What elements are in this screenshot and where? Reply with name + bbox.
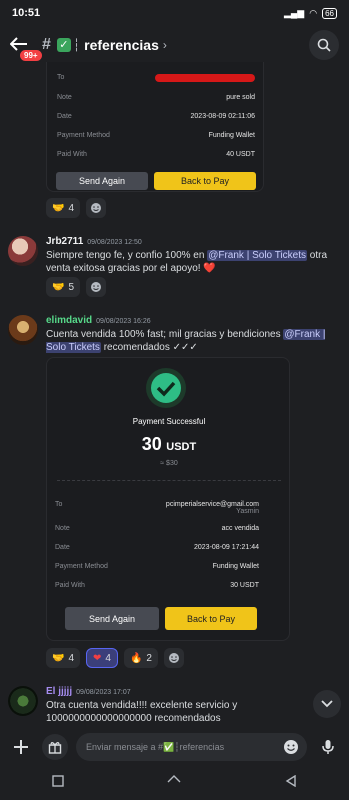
heart-icon: ❤: [93, 652, 102, 664]
status-bar: 10:51 ▂▄▆ ◠ 66: [0, 0, 349, 26]
reaction-handshake[interactable]: 🤝 4: [46, 648, 81, 668]
jump-to-latest-button[interactable]: [313, 690, 341, 718]
triangle-back-icon: [285, 774, 296, 788]
message-author[interactable]: Jrb2711 09/08/2023 12:50: [46, 236, 142, 247]
receipt-row: Date 2023-08-09 17:21:44: [55, 544, 259, 551]
message-author[interactable]: elimdavid 09/08/2023 16:26: [46, 315, 151, 326]
separator-icon: ┆: [72, 38, 81, 52]
handshake-icon: 🤝: [52, 281, 65, 293]
success-check-icon: [146, 368, 186, 408]
reaction-handshake[interactable]: 🤝 4: [46, 198, 81, 218]
gift-button[interactable]: [42, 734, 68, 760]
message-composer: Enviar mensaje a #✅┆referencias: [0, 733, 349, 761]
message[interactable]: Jrb2711 09/08/2023 12:50 Siempre tengo fe…: [8, 236, 343, 276]
battery-icon: 66: [322, 7, 337, 19]
emoji-button[interactable]: [283, 739, 299, 757]
reaction-heart[interactable]: ❤ 4: [86, 648, 118, 668]
payment-status: Payment Successful: [132, 417, 206, 426]
message-timestamp: 09/08/2023 16:26: [96, 318, 151, 325]
home-button[interactable]: [167, 774, 181, 792]
avatar[interactable]: [8, 236, 38, 266]
chevron-down-icon: [321, 700, 333, 708]
payment-receipt-image[interactable]: Payment Successful 30 USDT ≈ $30 To pcim…: [46, 357, 290, 641]
clock: 10:51: [12, 7, 41, 19]
check-emoji-icon: ✓: [56, 38, 71, 52]
unread-badge: 99+: [18, 47, 44, 63]
back-to-pay-button: Back to Pay: [165, 607, 257, 630]
payment-receipt-image[interactable]: To Note pure sold Date 2023-08-09 02:11:06…: [46, 62, 264, 192]
user-mention[interactable]: @Frank | Solo Tickets: [207, 250, 307, 261]
message[interactable]: elimdavid 09/08/2023 16:26 Cuenta vendida…: [8, 315, 343, 355]
message-text: Siempre tengo fe, y confio 100% en @Fran…: [46, 250, 328, 274]
receipt-row: To: [57, 74, 255, 82]
back-button[interactable]: 99+: [9, 34, 44, 63]
chevron-right-icon: ›: [162, 38, 167, 52]
reactions-bar: 🤝 4: [46, 198, 107, 218]
home-icon: [167, 775, 181, 783]
channel-title[interactable]: referencias: [84, 37, 159, 53]
send-again-button: Send Again: [65, 607, 159, 630]
receipt-rows: To pcimperialservice@gmail.com Yasmin Not…: [55, 501, 259, 601]
channel-header: 99+ # ✓ ┆ referencias ›: [0, 28, 349, 63]
status-icons: ▂▄▆ ◠ 66: [284, 7, 337, 19]
receipt-row: Date 2023-08-09 02:11:06: [57, 113, 255, 120]
message-text: Otra cuenta vendida!!!! excelente servic…: [46, 700, 238, 724]
smiley-icon: [284, 740, 298, 754]
handshake-icon: 🤝: [52, 202, 65, 214]
send-again-button: Send Again: [56, 172, 148, 190]
reactions-bar: 🤝 4 ❤ 4 🔥 2: [46, 648, 184, 668]
fire-icon: 🔥: [129, 652, 143, 664]
signal-icon: ▂▄▆: [284, 7, 305, 18]
attach-button[interactable]: [8, 734, 34, 760]
receipt-row: Note pure sold: [57, 94, 255, 101]
receipt-row: Payment Method Funding Wallet: [55, 563, 259, 570]
redaction-scribble: [155, 74, 255, 82]
receipt-row: Payment Method Funding Wallet: [57, 132, 255, 139]
receipt-rows: To Note pure sold Date 2023-08-09 02:11:06…: [57, 74, 255, 170]
reaction-fire[interactable]: 🔥 2: [123, 648, 158, 668]
payment-amount: 30 USDT: [141, 434, 197, 454]
reaction-handshake[interactable]: 🤝 5: [46, 277, 81, 297]
handshake-icon: 🤝: [52, 652, 65, 664]
receipt-row: Paid With 40 USDT: [57, 151, 255, 158]
microphone-icon: [322, 740, 334, 754]
message-author[interactable]: El jjjjj 09/08/2023 17:07: [46, 686, 131, 697]
hash-icon: #: [42, 36, 51, 53]
gift-icon: [48, 742, 62, 754]
payment-usd: ≈ $30: [160, 460, 178, 467]
message-timestamp: 09/08/2023 17:07: [76, 689, 131, 696]
add-reaction-button[interactable]: [163, 648, 184, 668]
recents-icon: [52, 775, 64, 787]
smiley-icon: [168, 653, 179, 663]
wifi-icon: ◠: [309, 7, 318, 18]
message[interactable]: El jjjjj 09/08/2023 17:07 Otra cuenta ven…: [8, 686, 343, 726]
message-input[interactable]: Enviar mensaje a #✅┆referencias: [76, 733, 307, 761]
plus-icon: [14, 740, 28, 754]
message-timestamp: 09/08/2023 12:50: [87, 239, 142, 246]
message-text: Cuenta vendida 100% fast; mil gracias y …: [46, 329, 326, 353]
search-button[interactable]: [309, 30, 339, 60]
recents-button[interactable]: [52, 774, 64, 792]
system-back-button[interactable]: [285, 774, 297, 792]
smiley-icon: [91, 203, 102, 213]
receipt-row: To pcimperialservice@gmail.com Yasmin: [55, 501, 259, 515]
add-reaction-button[interactable]: [86, 198, 107, 218]
receipt-row: Paid With 30 USDT: [55, 582, 259, 589]
system-navigation-bar: [0, 766, 349, 800]
avatar[interactable]: [8, 686, 38, 716]
back-to-pay-button: Back to Pay: [154, 172, 256, 190]
receipt-divider: [57, 480, 281, 481]
add-reaction-button[interactable]: [86, 277, 107, 297]
avatar[interactable]: [8, 315, 38, 345]
receipt-row: Note acc vendida: [55, 525, 259, 532]
search-icon: [317, 38, 331, 52]
reactions-bar: 🤝 5: [46, 277, 107, 297]
smiley-icon: [91, 282, 102, 292]
voice-message-button[interactable]: [315, 734, 341, 760]
